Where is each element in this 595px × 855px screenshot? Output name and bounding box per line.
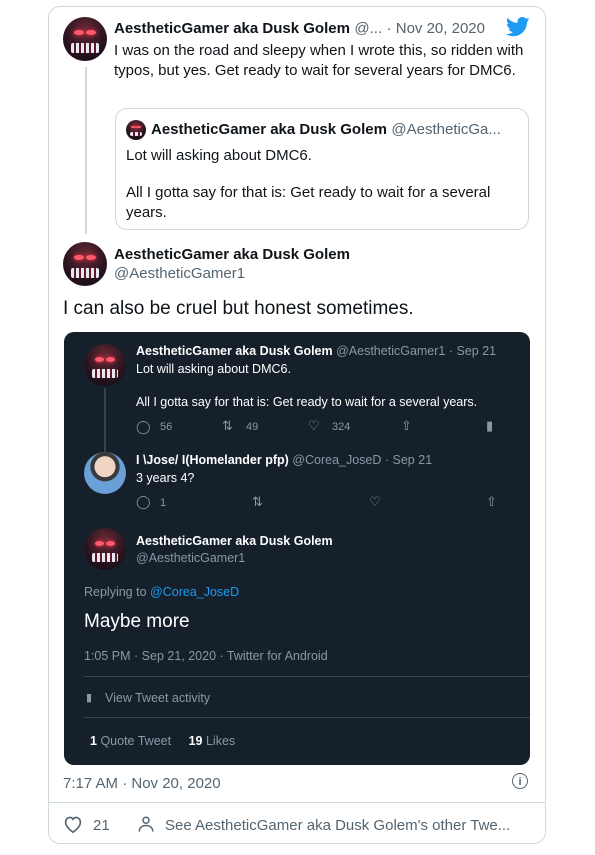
ss-replying-label: Replying to bbox=[84, 585, 147, 599]
like-count: 21 bbox=[93, 817, 110, 834]
main-author-handle[interactable]: @AestheticGamer1 bbox=[114, 265, 245, 282]
ss-quote-label: Quote Tweet bbox=[100, 734, 172, 748]
like-icon: ♡ bbox=[308, 418, 320, 433]
ss-avatar-3 bbox=[84, 528, 126, 570]
author-avatar[interactable] bbox=[63, 17, 107, 61]
ss-t2-text: 3 years 4? bbox=[136, 471, 195, 485]
info-icon[interactable]: i bbox=[512, 773, 528, 789]
person-icon bbox=[137, 815, 155, 838]
quoted-avatar bbox=[126, 120, 146, 140]
ss-likes-label: Likes bbox=[205, 734, 236, 748]
author-handle[interactable]: @... bbox=[354, 20, 382, 37]
ss-t1-name: AestheticGamer aka Dusk Golem bbox=[136, 344, 333, 358]
ss-avatar-2 bbox=[84, 452, 126, 494]
ss-thread-line bbox=[104, 388, 106, 460]
ss-t1-likes: 324 bbox=[332, 421, 351, 433]
tweet-text: I was on the road and sleepy when I wrot… bbox=[114, 42, 524, 79]
twitter-bird-icon[interactable] bbox=[506, 17, 530, 37]
author-name[interactable]: AestheticGamer aka Dusk Golem bbox=[114, 20, 350, 37]
ss-quote-count: 1 bbox=[90, 734, 97, 748]
ss-t3-text: Maybe more bbox=[84, 611, 190, 632]
ss-t1-retweets: 49 bbox=[246, 421, 259, 433]
tweet-timestamp[interactable]: 7:17 AM · Nov 20, 2020 bbox=[63, 775, 221, 792]
ss-t2-name: I \Jose/ I(Homelander pfp) bbox=[136, 453, 289, 467]
ss-t2-meta: @Corea_JoseD · Sep 21 bbox=[292, 453, 433, 467]
quoted-text-line2: All I gotta say for that is: Get ready t… bbox=[126, 184, 491, 221]
see-other-tweets-link[interactable]: See AestheticGamer aka Dusk Golem's othe… bbox=[165, 817, 510, 834]
ss-t1-meta: @AestheticGamer1 · Sep 21 bbox=[336, 344, 497, 358]
share-icon: ⇧ bbox=[486, 494, 497, 509]
analytics-icon: ▮ bbox=[86, 692, 93, 704]
analytics-icon: ▮ bbox=[486, 418, 494, 433]
like-icon: ♡ bbox=[369, 494, 381, 509]
ss-t3-handle: @AestheticGamer1 bbox=[136, 551, 246, 565]
ss-likes-count: 19 bbox=[188, 734, 203, 748]
ss-view-activity: View Tweet activity bbox=[105, 691, 211, 705]
quoted-author-name: AestheticGamer aka Dusk Golem bbox=[151, 121, 387, 138]
tweet-date[interactable]: · Nov 20, 2020 bbox=[387, 20, 485, 37]
ss-t1-replies: 56 bbox=[160, 421, 173, 433]
ss-divider bbox=[84, 717, 530, 718]
ss-t2-replies: 1 bbox=[160, 497, 167, 509]
quoted-text-line1: Lot will asking about DMC6. bbox=[126, 147, 312, 164]
main-tweet-text: I can also be cruel but honest sometimes… bbox=[63, 298, 414, 319]
share-icon: ⇧ bbox=[401, 418, 412, 433]
ss-t3-meta: 1:05 PM · Sep 21, 2020 · Twitter for And… bbox=[84, 649, 328, 663]
heart-icon bbox=[64, 816, 82, 834]
main-author-name[interactable]: AestheticGamer aka Dusk Golem bbox=[114, 246, 350, 263]
quoted-author-handle: @AestheticGa... bbox=[391, 121, 501, 138]
ss-t1-line1: Lot will asking about DMC6. bbox=[136, 362, 291, 376]
retweet-icon: ⇅ bbox=[252, 494, 263, 509]
retweet-icon: ⇅ bbox=[222, 418, 233, 433]
main-author-avatar[interactable] bbox=[63, 242, 107, 286]
like-button[interactable] bbox=[63, 815, 83, 838]
ss-avatar-1 bbox=[84, 344, 126, 386]
ss-divider bbox=[84, 676, 530, 677]
ss-t1-line2: All I gotta say for that is: Get ready t… bbox=[136, 395, 478, 409]
reply-icon: ◯ bbox=[136, 419, 151, 434]
reply-icon: ◯ bbox=[136, 494, 151, 509]
ss-replying-handle: @Corea_JoseD bbox=[150, 585, 240, 599]
footer-divider bbox=[48, 802, 546, 803]
thread-line bbox=[85, 67, 87, 234]
embedded-image[interactable]: AestheticGamer aka Dusk Golem @Aesthetic… bbox=[64, 332, 530, 765]
ss-t3-name: AestheticGamer aka Dusk Golem bbox=[136, 534, 333, 548]
